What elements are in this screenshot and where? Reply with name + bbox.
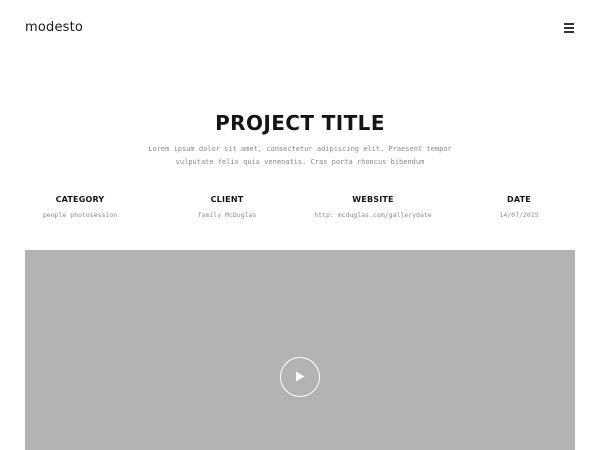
meta-client: CLIENT family McDuglas — [147, 194, 307, 220]
video-placeholder[interactable] — [25, 250, 575, 450]
header: modesto — [0, 0, 600, 58]
logo[interactable]: modesto — [25, 20, 83, 35]
meta-label: CLIENT — [210, 195, 244, 204]
menu-line — [564, 23, 574, 25]
hamburger-menu-icon[interactable] — [564, 23, 576, 34]
meta-label: CATEGORY — [55, 195, 105, 204]
menu-line — [564, 27, 574, 29]
meta-date: DATE 14/07/2015 — [439, 194, 599, 220]
meta-website: WEBSITE http: mcduglas.com/gallerydate — [293, 194, 453, 220]
page: modesto PROJECT TITLE Lorem ipsum dolor … — [0, 0, 600, 450]
description-line: vulputate felis quis venenatis. Cras por… — [175, 158, 425, 166]
play-button[interactable] — [280, 357, 320, 397]
meta-value: 14/07/2015 — [499, 211, 539, 219]
project-hero: PROJECT TITLE Lorem ipsum dolor sit amet… — [0, 108, 600, 169]
meta-label: DATE — [507, 195, 531, 204]
meta-category: CATEGORY people photosession — [0, 194, 160, 220]
play-icon — [296, 371, 305, 382]
meta-label: WEBSITE — [352, 195, 394, 204]
meta-value: people photosession — [42, 211, 118, 219]
description-line: Lorem ipsum dolor sit amet, consectetur … — [148, 145, 452, 153]
page-title: PROJECT TITLE — [215, 111, 385, 135]
meta-value: family McDuglas — [197, 211, 257, 219]
project-description: Lorem ipsum dolor sit amet, consectetur … — [0, 143, 600, 169]
meta-value[interactable]: http: mcduglas.com/gallerydate — [293, 210, 453, 220]
menu-line — [564, 31, 574, 33]
project-meta: CATEGORY people photosession CLIENT fami… — [0, 194, 600, 224]
